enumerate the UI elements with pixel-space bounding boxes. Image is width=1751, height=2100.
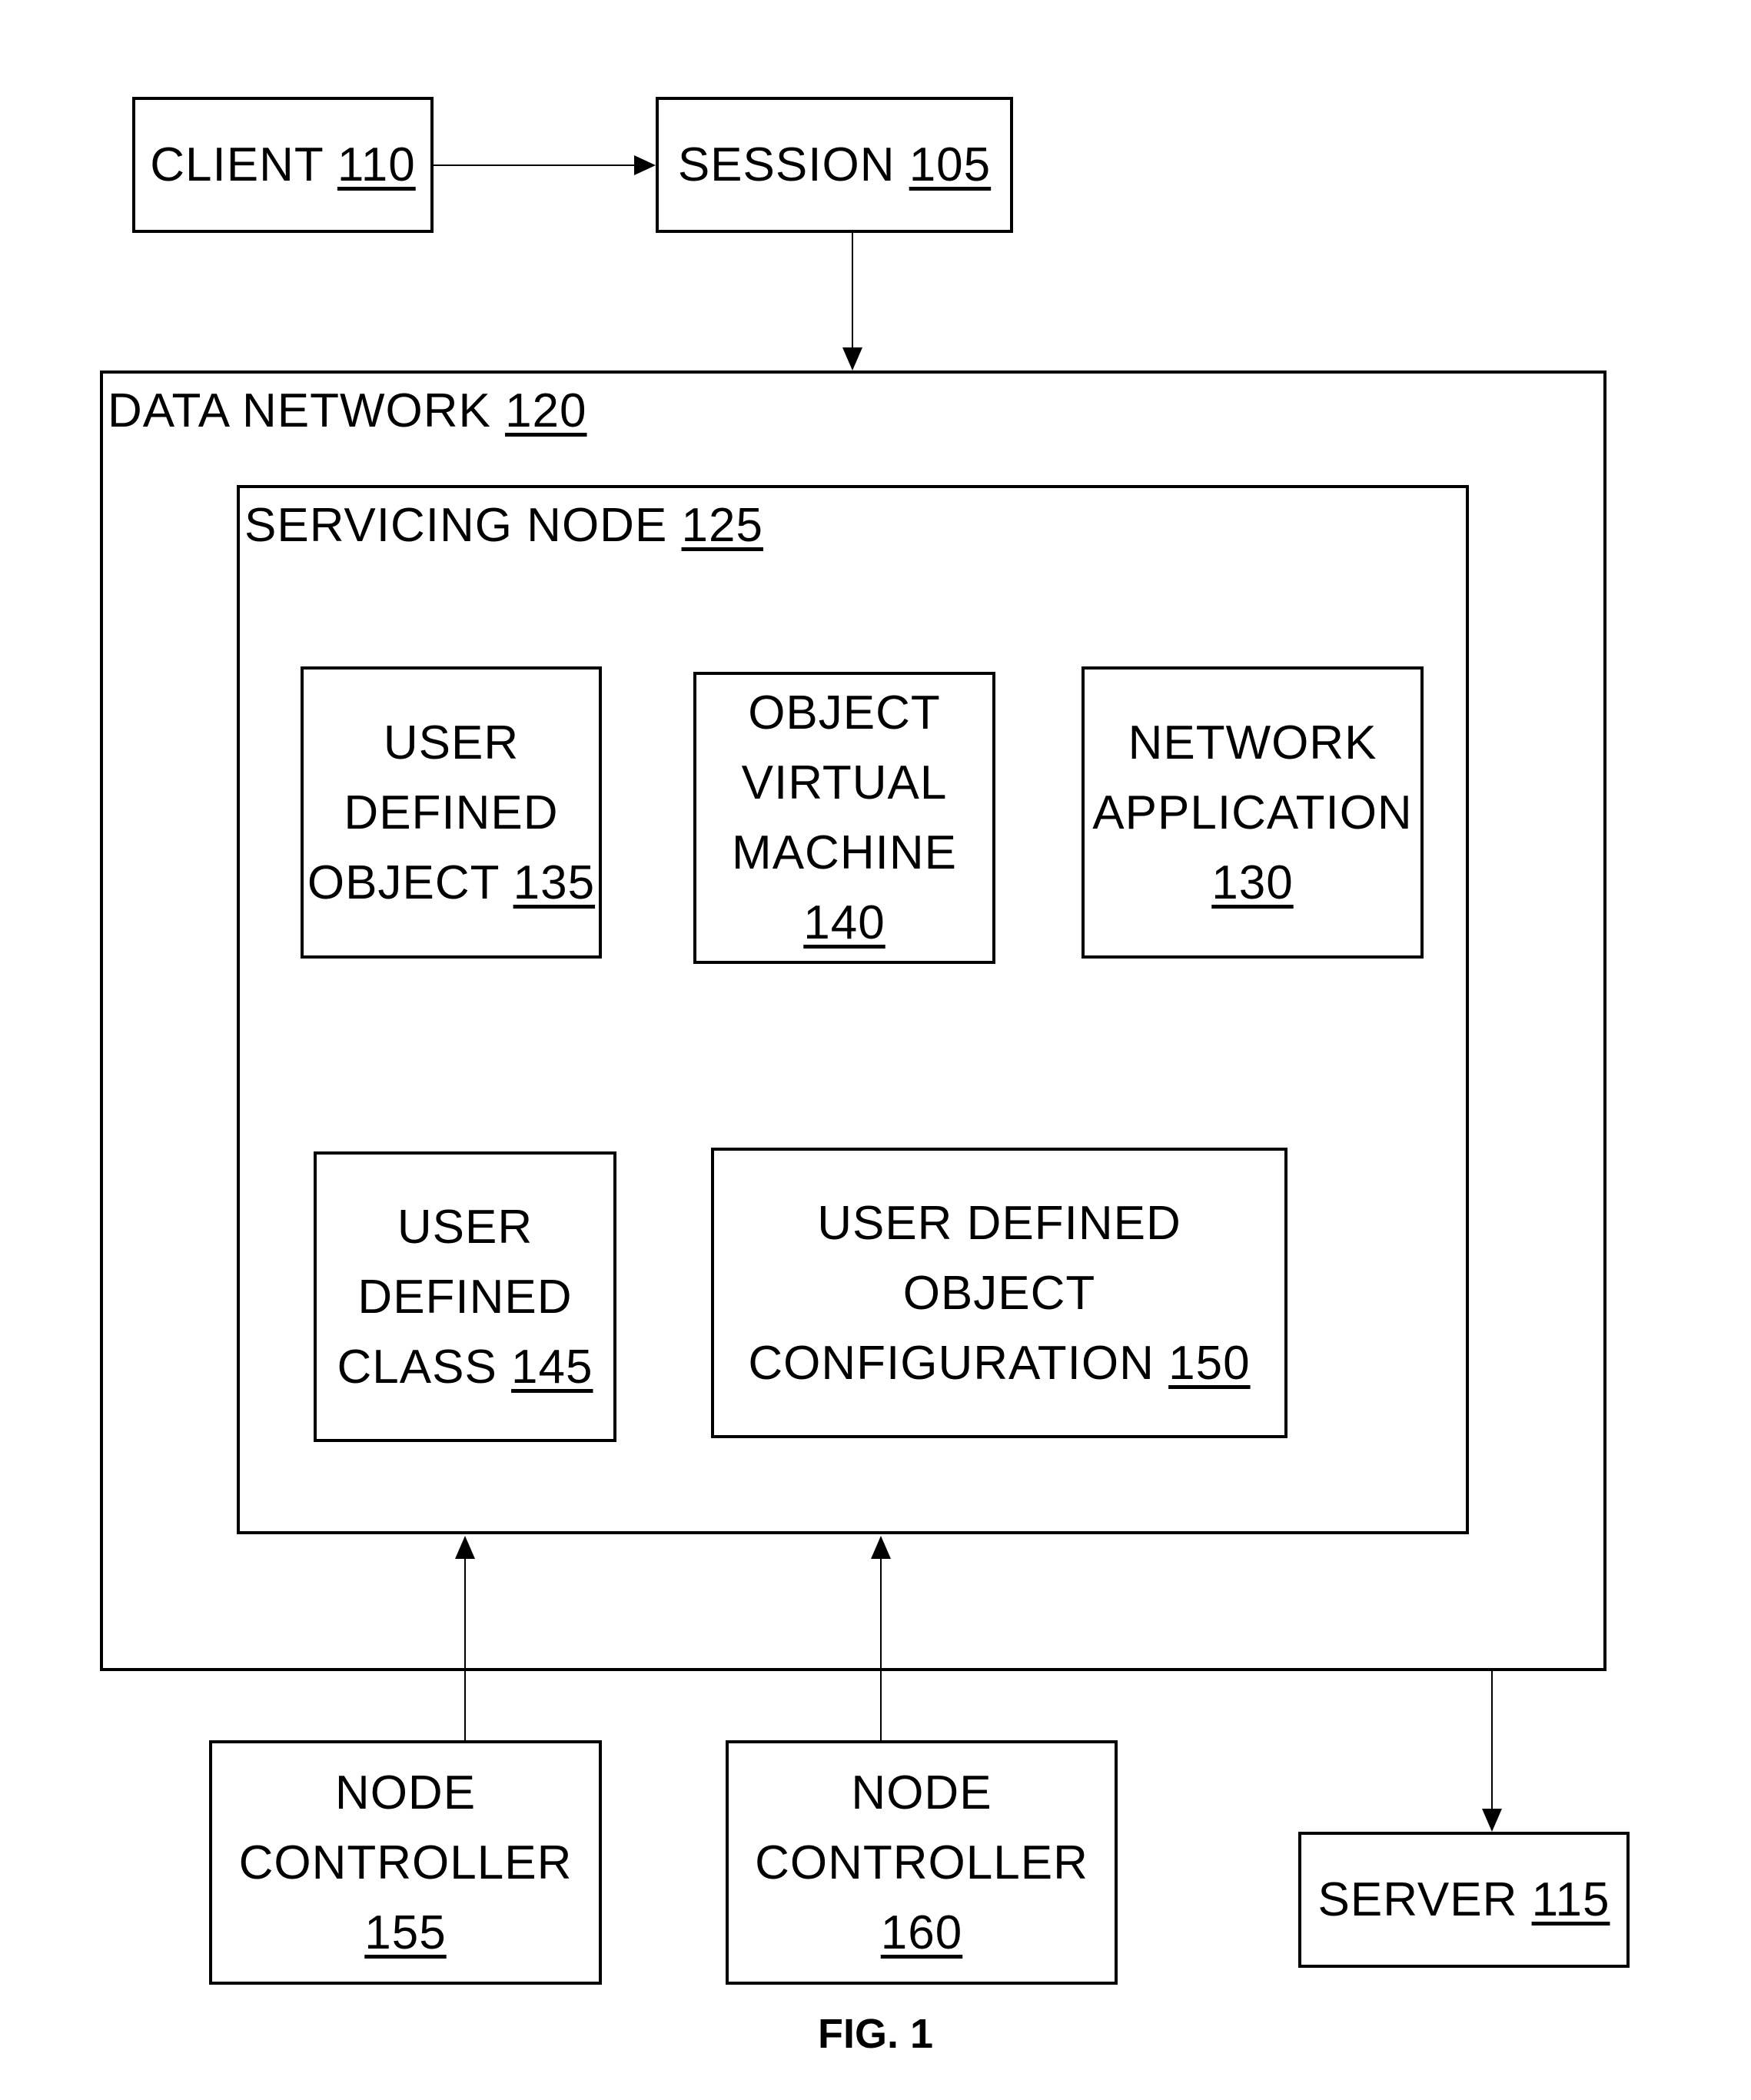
session-box: SESSION 105 bbox=[656, 97, 1013, 233]
data-network-text: DATA NETWORK bbox=[108, 384, 491, 437]
label-line: MACHINE bbox=[732, 826, 957, 879]
object-virtual-machine-ref-number: 140 bbox=[803, 896, 885, 949]
label-line: OBJECT bbox=[307, 856, 500, 909]
client-text: CLIENT bbox=[150, 138, 324, 191]
label-line: USER DEFINED OBJECT bbox=[817, 1196, 1181, 1320]
data-network-label: DATA NETWORK 120 bbox=[108, 384, 587, 438]
object-virtual-machine-label: OBJECT VIRTUAL MACHINE 140 bbox=[732, 678, 957, 958]
servicing-node-ref-number: 125 bbox=[681, 499, 763, 552]
figure-caption: FIG. 1 bbox=[817, 2011, 934, 2057]
arrow-session-to-data-network bbox=[842, 233, 862, 370]
servicing-node-text: SERVICING NODE bbox=[244, 499, 668, 552]
user-defined-class-label: USER DEFINED CLASS 145 bbox=[337, 1192, 593, 1402]
user-defined-object-box: USER DEFINED OBJECT 135 bbox=[301, 666, 602, 959]
label-line: DEFINED bbox=[357, 1270, 573, 1324]
label-line: APPLICATION bbox=[1092, 786, 1413, 839]
object-virtual-machine-box: OBJECT VIRTUAL MACHINE 140 bbox=[693, 672, 995, 964]
network-application-label: NETWORK APPLICATION 130 bbox=[1092, 708, 1412, 918]
node-controller-160-box: NODE CONTROLLER 160 bbox=[726, 1740, 1118, 1985]
servicing-node-label: SERVICING NODE 125 bbox=[244, 499, 763, 553]
session-text: SESSION bbox=[677, 138, 895, 191]
user-defined-object-configuration-ref-number: 150 bbox=[1168, 1336, 1251, 1390]
user-defined-object-ref-number: 135 bbox=[513, 856, 596, 909]
node-controller-160-ref-number: 160 bbox=[880, 1906, 963, 1959]
label-line: CONFIGURATION bbox=[748, 1336, 1155, 1390]
server-box: SERVER 115 bbox=[1298, 1832, 1630, 1968]
arrow-client-to-session bbox=[434, 155, 656, 175]
label-line: CONTROLLER bbox=[238, 1836, 573, 1889]
node-controller-160-label: NODE CONTROLLER 160 bbox=[755, 1758, 1088, 1968]
client-box: CLIENT 110 bbox=[132, 97, 434, 233]
network-application-box: NETWORK APPLICATION 130 bbox=[1082, 666, 1424, 959]
user-defined-class-box: USER DEFINED CLASS 145 bbox=[314, 1151, 616, 1442]
server-text: SERVER bbox=[1317, 1873, 1518, 1926]
label-line: DEFINED bbox=[344, 786, 559, 839]
client-ref-number: 110 bbox=[337, 138, 416, 191]
label-line: CLASS bbox=[337, 1340, 497, 1394]
label-line: CONTROLLER bbox=[755, 1836, 1088, 1889]
user-defined-class-ref-number: 145 bbox=[511, 1340, 593, 1394]
label-line: OBJECT bbox=[748, 686, 941, 739]
node-controller-155-ref-number: 155 bbox=[364, 1906, 447, 1959]
user-defined-object-configuration-box: USER DEFINED OBJECT CONFIGURATION 150 bbox=[711, 1148, 1288, 1438]
user-defined-object-label: USER DEFINED OBJECT 135 bbox=[307, 708, 595, 918]
label-line: USER bbox=[383, 716, 520, 769]
client-label: CLIENT 110 bbox=[150, 130, 415, 200]
session-ref-number: 105 bbox=[909, 138, 992, 191]
label-line: NODE bbox=[334, 1766, 477, 1819]
network-application-ref-number: 130 bbox=[1211, 856, 1294, 909]
server-label: SERVER 115 bbox=[1318, 1865, 1610, 1935]
node-controller-155-label: NODE CONTROLLER 155 bbox=[239, 1758, 573, 1968]
label-line: USER bbox=[397, 1200, 533, 1254]
server-ref-number: 115 bbox=[1531, 1873, 1610, 1926]
label-line: NETWORK bbox=[1128, 716, 1377, 769]
user-defined-object-configuration-label: USER DEFINED OBJECT CONFIGURATION 150 bbox=[714, 1188, 1284, 1398]
label-line: VIRTUAL bbox=[741, 756, 948, 809]
label-line: NODE bbox=[851, 1766, 992, 1819]
data-network-ref-number: 120 bbox=[505, 384, 587, 437]
session-label: SESSION 105 bbox=[678, 130, 991, 200]
node-controller-155-box: NODE CONTROLLER 155 bbox=[209, 1740, 602, 1985]
arrow-data-network-to-server bbox=[1482, 1671, 1502, 1832]
